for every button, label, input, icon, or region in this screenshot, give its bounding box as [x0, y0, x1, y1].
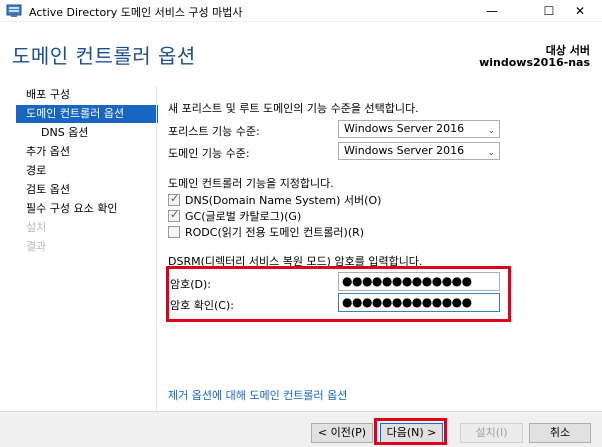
title-bar: Active Directory 도메인 서비스 구성 마법사 — ☐ ✕ — [0, 0, 602, 22]
global-catalog-checkbox[interactable] — [168, 208, 180, 222]
wizard-footer: < 이전(P) 다음(N) > 설치(I) 취소 — [0, 411, 602, 447]
next-button-highlight-box — [374, 418, 447, 445]
server-manager-icon — [6, 4, 22, 17]
rodc-checkbox[interactable] — [168, 226, 180, 238]
global-catalog-checkbox-row[interactable]: GC(글로벌 카탈로그)(G) — [168, 208, 301, 224]
dns-server-checkbox-row[interactable]: DNS(Domain Name System) 서버(O) — [168, 192, 381, 208]
dns-server-checkbox-label: DNS(Domain Name System) 서버(O) — [185, 194, 382, 207]
more-info-link[interactable]: 제거 옵션에 대해 도메인 컨트롤러 옵션 — [168, 387, 347, 403]
install-button: 설치(I) — [460, 423, 523, 443]
nav-item-additional-options[interactable]: 추가 옵션 — [16, 143, 158, 161]
chevron-down-icon: ⌄ — [487, 148, 495, 158]
forest-level-value: Windows Server 2016 — [344, 122, 465, 135]
chevron-down-icon: ⌄ — [487, 126, 495, 136]
nav-item-installation: 설치 — [26, 221, 47, 234]
nav-item-paths[interactable]: 경로 — [16, 162, 158, 180]
nav-item-deployment-config[interactable]: 배포 구성 — [16, 86, 158, 104]
nav-item-dc-options[interactable]: 도메인 컨트롤러 옵션 — [16, 105, 158, 123]
nav-item-dns-options[interactable]: DNS 옵션 — [16, 124, 158, 142]
cancel-button[interactable]: 취소 — [529, 423, 591, 443]
domain-level-label: 도메인 기능 수준: — [168, 147, 250, 160]
target-server-name: windows2016-nas — [479, 56, 590, 69]
password-highlight-box — [166, 266, 511, 322]
page-title: 도메인 컨트롤러 옵션 — [12, 44, 196, 68]
dns-server-checkbox[interactable] — [168, 192, 180, 206]
sidebar-divider — [156, 86, 157, 416]
forest-level-select[interactable]: Windows Server 2016 ⌄ — [338, 120, 500, 138]
domain-level-select[interactable]: Windows Server 2016 ⌄ — [338, 142, 500, 160]
forest-level-label: 포리스트 기능 수준: — [168, 125, 260, 138]
capabilities-heading: 도메인 컨트롤러 기능을 지정합니다. — [168, 177, 334, 190]
global-catalog-checkbox-label: GC(글로벌 카탈로그)(G) — [185, 210, 302, 223]
nav-item-prerequisites[interactable]: 필수 구성 요소 확인 — [16, 200, 158, 218]
nav-item-results: 결과 — [26, 240, 47, 253]
rodc-checkbox-row[interactable]: RODC(읽기 전용 도메인 컨트롤러)(R) — [168, 224, 364, 240]
domain-level-value: Windows Server 2016 — [344, 144, 465, 157]
minimize-button[interactable]: — — [470, 0, 514, 22]
nav-item-review-options[interactable]: 검토 옵션 — [16, 181, 158, 199]
close-button[interactable]: ✕ — [558, 0, 602, 22]
rodc-checkbox-label: RODC(읽기 전용 도메인 컨트롤러)(R) — [185, 226, 365, 239]
window-title: Active Directory 도메인 서비스 구성 마법사 — [29, 6, 243, 19]
functional-level-heading: 새 포리스트 및 루트 도메인의 기능 수준을 선택합니다. — [168, 102, 419, 115]
previous-button[interactable]: < 이전(P) — [311, 423, 373, 443]
